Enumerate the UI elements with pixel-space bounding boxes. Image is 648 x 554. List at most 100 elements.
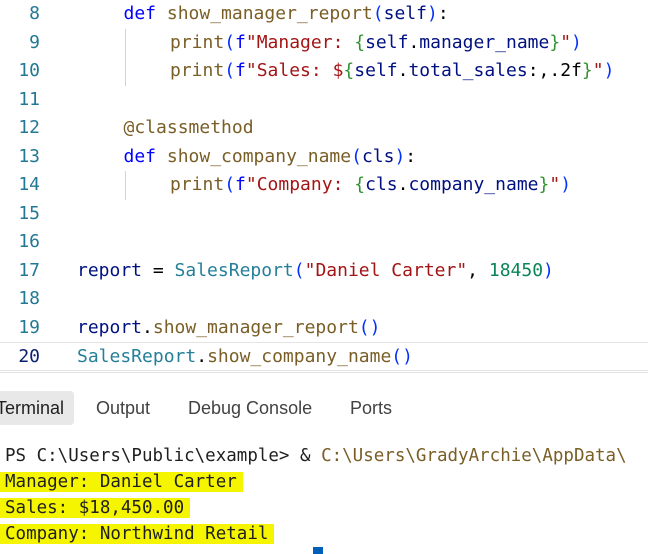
code-token: self — [383, 3, 427, 24]
code-text: @classmethod — [124, 114, 254, 143]
line-number: 8 — [29, 3, 40, 24]
code-line[interactable]: 17 report = SalesReport("Daniel Carter", … — [0, 257, 648, 286]
code-token: report — [77, 316, 143, 338]
code-token: cls — [361, 145, 395, 167]
code-line[interactable]: 8 def show_manager_report(self): — [0, 0, 648, 29]
code-token: ( — [391, 346, 403, 367]
code-text: report = SalesReport("Daniel Carter", 18… — [77, 257, 554, 286]
code-token: f — [235, 31, 246, 53]
code-token: . — [196, 346, 208, 367]
code-token: , — [467, 259, 489, 281]
terminal-output[interactable]: PS C:\Users\Public\example> & C:\Users\G… — [0, 443, 648, 554]
code-token: . — [397, 174, 409, 195]
code-token: } — [549, 31, 561, 53]
code-token: show_company_name — [166, 145, 352, 167]
code-line[interactable]: 20 SalesReport.show_company_name() — [0, 342, 648, 371]
code-token: "Company: — [245, 174, 355, 195]
code-token: " — [592, 60, 604, 81]
tab-terminal[interactable]: Terminal — [0, 391, 75, 425]
line-number: 11 — [18, 88, 40, 110]
code-line[interactable]: 12 @classmethod — [0, 114, 648, 143]
code-token: "Daniel Carter" — [304, 259, 468, 281]
code-text: def show_company_name(cls): — [124, 143, 417, 172]
code-token: ) — [369, 316, 381, 338]
code-token: } — [538, 174, 550, 195]
code-text: report.show_manager_report() — [77, 314, 380, 343]
tab-ports[interactable]: Ports — [350, 391, 392, 425]
code-line[interactable]: 11 — [0, 86, 648, 115]
code-token: "Sales: $ — [245, 60, 344, 81]
code-token: ) — [571, 31, 582, 53]
code-token: show_manager_report — [152, 316, 359, 338]
code-token: def — [123, 145, 167, 167]
code-token: ) — [426, 3, 438, 24]
code-text: print(f"Sales: ${self.total_sales:,.2f}"… — [170, 57, 614, 86]
code-token: report — [77, 259, 143, 281]
code-text: print(f"Manager: {self.manager_name}") — [170, 29, 582, 58]
line-number: 9 — [29, 31, 40, 53]
code-token: print — [170, 174, 225, 195]
code-token: def — [123, 3, 167, 24]
code-token: ( — [224, 60, 236, 81]
code-line[interactable]: 10 print(f"Sales: ${self.total_sales:,.2f… — [0, 57, 648, 86]
terminal-output-line: Sales: $18,450.00 — [0, 495, 191, 521]
indent-guide — [125, 57, 126, 86]
terminal-prompt-line: PS C:\Users\Public\example> & C:\Users\G… — [5, 443, 627, 469]
code-line[interactable]: 19 report.show_manager_report() — [0, 314, 648, 343]
code-token: ( — [372, 3, 384, 24]
code-line[interactable]: 15 — [0, 200, 648, 229]
code-token: classmethod — [134, 117, 254, 138]
code-token: ) — [603, 60, 615, 81]
tab-output[interactable]: Output — [96, 391, 150, 425]
code-text: def show_manager_report(self): — [124, 0, 449, 29]
code-token: company_name — [408, 174, 539, 195]
code-token: { — [354, 174, 366, 195]
code-token: total_sales — [408, 60, 528, 81]
code-token: " — [560, 31, 572, 53]
line-number: 16 — [18, 231, 40, 252]
code-token: manager_name — [419, 31, 550, 53]
code-token: @ — [123, 117, 135, 138]
code-token: cls — [365, 174, 398, 195]
code-token: print — [170, 31, 225, 53]
code-token: ) — [560, 174, 572, 195]
code-token: ( — [224, 174, 236, 195]
code-token: self — [365, 31, 409, 53]
tab-debug-console[interactable]: Debug Console — [188, 391, 312, 425]
code-line[interactable]: 9 print(f"Manager: {self.manager_name}") — [0, 28, 648, 58]
panel-tabs: Terminal Output Debug Console Ports — [0, 391, 648, 425]
line-number: 14 — [18, 174, 40, 195]
indent-guide — [125, 171, 126, 200]
terminal-output-line: Manager: Daniel Carter — [0, 469, 243, 495]
line-number: 13 — [18, 145, 40, 167]
code-token: "Manager: — [245, 31, 355, 53]
code-token: " — [549, 174, 561, 195]
code-token: :,.2f — [527, 60, 582, 81]
code-token: ) — [394, 145, 406, 167]
code-token: : — [437, 3, 449, 24]
code-token: ( — [293, 259, 305, 281]
code-token: ( — [351, 145, 362, 167]
code-editor[interactable]: 8 def show_manager_report(self): 9 print(f"… — [0, 0, 648, 372]
code-token: { — [343, 60, 355, 81]
code-line[interactable]: 13 def show_company_name(cls): — [0, 143, 648, 172]
code-token: print — [170, 60, 225, 81]
code-token: f — [235, 174, 246, 195]
code-token: SalesReport — [77, 346, 197, 367]
code-token: . — [397, 60, 409, 81]
line-number: 18 — [18, 288, 40, 309]
line-number: 10 — [18, 60, 40, 81]
code-token: : — [405, 145, 417, 167]
code-line[interactable]: 14 print(f"Company: {cls.company_name}") — [0, 171, 648, 200]
code-token: ) — [543, 259, 554, 281]
code-token: 18450 — [488, 259, 544, 281]
line-number: 20 — [18, 346, 40, 367]
bottom-panel: Terminal Output Debug Console Ports PS C… — [0, 372, 648, 554]
code-line[interactable]: 16 — [0, 228, 648, 257]
code-text: SalesReport.show_company_name() — [77, 343, 413, 372]
code-token: = — [142, 259, 175, 281]
code-token: SalesReport — [174, 259, 294, 281]
terminal-output-line: Company: Northwind Retail — [0, 521, 275, 547]
code-line[interactable]: 18 — [0, 285, 648, 314]
code-token: ( — [224, 31, 236, 53]
